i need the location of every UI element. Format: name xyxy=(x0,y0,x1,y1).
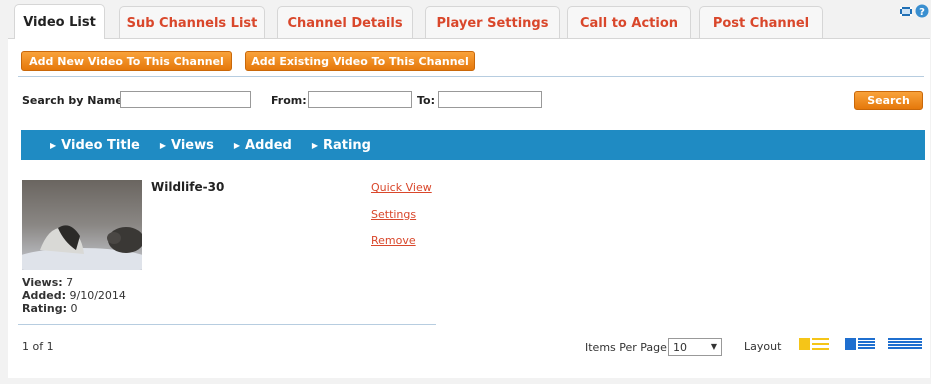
from-label: From: xyxy=(271,94,307,107)
sort-added[interactable]: ▶ Added xyxy=(234,138,292,153)
caret-right-icon: ▶ xyxy=(233,140,241,150)
tab-call-to-action[interactable]: Call to Action xyxy=(567,6,691,39)
tab-sub-channels-list[interactable]: Sub Channels List xyxy=(119,6,265,39)
search-name-input[interactable] xyxy=(120,91,251,108)
search-button[interactable]: Search xyxy=(854,91,923,110)
tab-player-settings[interactable]: Player Settings xyxy=(425,6,560,39)
to-label: To: xyxy=(417,94,435,107)
film-icon[interactable] xyxy=(899,5,913,21)
sort-rating[interactable]: ▶ Rating xyxy=(312,138,371,153)
sort-video-title[interactable]: ▶ Video Title xyxy=(50,138,140,153)
remove-link[interactable]: Remove xyxy=(371,234,416,247)
to-date-input[interactable] xyxy=(438,91,542,108)
divider xyxy=(18,76,924,77)
help-icon[interactable]: ? xyxy=(915,4,929,21)
video-views: Views: 7 xyxy=(22,276,74,289)
video-thumbnail[interactable] xyxy=(22,180,142,270)
dropdown-arrow-icon: ▼ xyxy=(710,342,717,351)
layout-list-icon[interactable] xyxy=(845,338,876,352)
sort-views[interactable]: ▶ Views xyxy=(160,138,214,153)
video-rating: Rating: 0 xyxy=(22,302,78,315)
video-added: Added: 9/10/2014 xyxy=(22,289,126,302)
tab-video-list[interactable]: Video List xyxy=(14,4,105,39)
page-info: 1 of 1 xyxy=(22,340,54,353)
video-title: Wildlife-30 xyxy=(151,180,225,194)
add-new-video-button[interactable]: Add New Video To This Channel xyxy=(21,51,232,71)
caret-right-icon: ▶ xyxy=(50,140,57,150)
add-existing-video-button[interactable]: Add Existing Video To This Channel xyxy=(245,51,475,71)
top-icons: ? xyxy=(899,4,929,21)
layout-compact-icon[interactable] xyxy=(888,338,922,352)
layout-label: Layout xyxy=(744,340,782,353)
quick-view-link[interactable]: Quick View xyxy=(371,181,432,194)
caret-right-icon: ▶ xyxy=(159,140,166,150)
tab-bar: Video List Sub Channels List Channel Det… xyxy=(0,0,931,39)
from-date-input[interactable] xyxy=(308,91,412,108)
svg-text:?: ? xyxy=(919,7,925,18)
search-name-label: Search by Name: xyxy=(22,94,128,107)
tab-channel-details[interactable]: Channel Details xyxy=(277,6,413,39)
item-divider xyxy=(18,324,436,325)
video-list-panel: Add New Video To This Channel Add Existi… xyxy=(8,38,930,378)
tab-post-channel[interactable]: Post Channel xyxy=(699,6,823,39)
layout-grid-icon[interactable] xyxy=(799,338,830,352)
items-per-page-select[interactable]: 10 ▼ xyxy=(668,338,722,356)
caret-right-icon: ▶ xyxy=(311,140,318,150)
sort-header-bar: ▶ Video Title ▶ Views ▶ Added ▶ Rating xyxy=(21,130,925,160)
settings-link[interactable]: Settings xyxy=(371,208,416,221)
items-per-page-label: Items Per Page xyxy=(585,341,667,354)
